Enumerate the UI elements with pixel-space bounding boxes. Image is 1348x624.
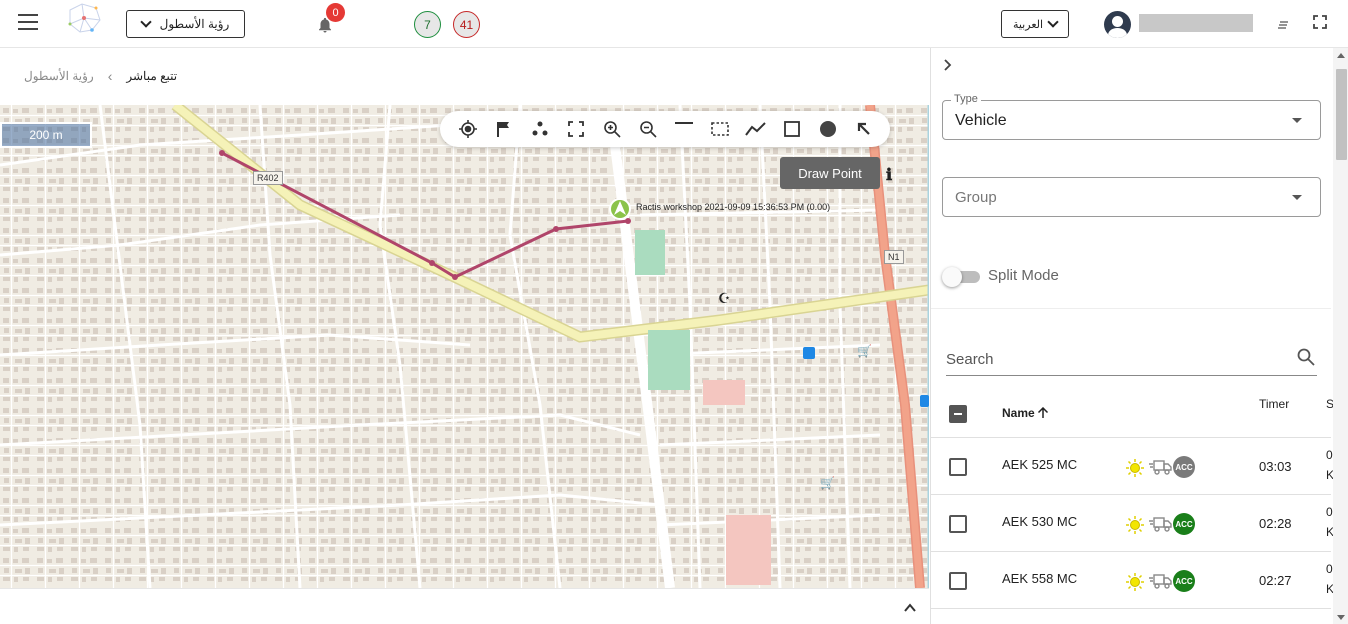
panel-scrollbar[interactable] (1333, 48, 1348, 624)
table-row[interactable]: AEK 558 MC ACC 02:27 0 K (931, 552, 1334, 609)
map-toolbar (440, 111, 890, 147)
ignition-icon (1126, 459, 1144, 477)
hamburger-icon[interactable] (18, 14, 38, 32)
breadcrumb-separator: ‹ (107, 68, 113, 84)
map-footer-bar (0, 588, 929, 624)
timer-value: 02:28 (1259, 516, 1292, 531)
zoom-out-icon[interactable] (630, 114, 666, 144)
acc-status-icon: ACC (1173, 456, 1195, 478)
scroll-thumb[interactable] (1336, 69, 1347, 160)
divider (931, 308, 1331, 309)
truck-icon (1149, 517, 1172, 532)
status-value-top: 0 (1326, 448, 1333, 462)
vehicle-name: AEK 558 MC (1002, 571, 1078, 586)
type-value: Vehicle (955, 112, 1007, 129)
username-redacted (1139, 14, 1253, 32)
row-checkbox[interactable] (949, 515, 967, 533)
acc-status-icon: ACC (1173, 570, 1195, 592)
online-vehicles-count[interactable]: 7 (414, 11, 441, 38)
split-mode-label: Split Mode (988, 267, 1059, 284)
company-logo (62, 0, 106, 44)
vehicle-panel: Type Vehicle Group Split Mode Name Timer… (930, 48, 1348, 624)
arrow-up-icon (1037, 407, 1048, 418)
chevron-down-icon (139, 16, 152, 28)
truck-icon (1149, 460, 1172, 475)
ignition-icon (1126, 516, 1144, 534)
fullscreen-icon[interactable] (1313, 15, 1327, 29)
draw-polyline-icon[interactable] (738, 114, 774, 144)
svg-text:ℹ: ℹ (886, 167, 892, 184)
offline-vehicles-count[interactable]: 41 (453, 11, 480, 38)
notification-badge: 0 (326, 3, 345, 22)
map-view[interactable]: ☪ 🛒 🛒 ℹ 200 m R402 N1 Ractis workshop 20… (0, 105, 929, 588)
timer-value: 03:03 (1259, 459, 1292, 474)
road-label-r402: R402 (253, 171, 283, 185)
scroll-down-icon[interactable] (1337, 615, 1345, 620)
caret-down-icon (1292, 118, 1302, 123)
avatar[interactable] (1104, 11, 1131, 38)
chevron-right-icon[interactable] (941, 58, 953, 71)
timer-value: 02:27 (1259, 573, 1292, 588)
type-label: Type (951, 93, 981, 105)
search-icon[interactable] (1297, 348, 1315, 366)
draw-line-icon[interactable] (666, 114, 702, 144)
type-select[interactable]: Type Vehicle (942, 93, 1321, 140)
draw-point-tooltip: Draw Point (780, 157, 880, 189)
vehicle-marker-label: Ractis workshop 2021-09-09 15:36:53 PM (… (636, 202, 831, 212)
vehicle-name: AEK 525 MC (1002, 457, 1078, 472)
top-bar: رؤية الأسطول 0 7 41 العربية (0, 0, 1348, 48)
vehicle-name: AEK 530 MC (1002, 514, 1078, 529)
fleet-view-dropdown[interactable]: رؤية الأسطول (126, 10, 245, 38)
locate-icon[interactable] (450, 114, 486, 144)
language-label: العربية (1012, 18, 1044, 31)
select-area-icon[interactable] (702, 114, 738, 144)
text-direction-icon[interactable] (1277, 17, 1289, 29)
svg-text:☪: ☪ (718, 290, 731, 306)
scroll-up-icon[interactable] (1337, 53, 1345, 58)
scale-bar: 200 m (0, 122, 92, 148)
group-placeholder: Group (955, 189, 997, 206)
table-header: Name Timer S (931, 388, 1334, 438)
name-column-header[interactable]: Name (1002, 406, 1049, 420)
fit-bounds-icon[interactable] (558, 114, 594, 144)
search-input[interactable] (946, 348, 1276, 370)
truck-icon (1149, 574, 1172, 589)
status-value-top: 0 (1326, 562, 1333, 576)
fleet-view-label: رؤية الأسطول (159, 17, 230, 31)
caret-down-icon (1292, 195, 1302, 200)
breadcrumb: رؤية الأسطول ‹ تتبع مباشر (24, 68, 177, 84)
chevron-up-icon[interactable] (904, 601, 916, 613)
zoom-in-icon[interactable] (594, 114, 630, 144)
search-field (946, 344, 1317, 376)
breadcrumb-parent[interactable]: رؤية الأسطول (24, 69, 94, 83)
timer-column-header[interactable]: Timer (1259, 397, 1289, 411)
breadcrumb-current: تتبع مباشر (126, 69, 178, 83)
road-label-n1: N1 (884, 250, 904, 264)
table-row[interactable]: AEK 525 MC ACC 03:03 0 K (931, 438, 1334, 495)
language-dropdown[interactable]: العربية (1001, 10, 1069, 38)
select-all-checkbox[interactable] (949, 405, 967, 423)
name-column-label: Name (1002, 406, 1035, 420)
row-checkbox[interactable] (949, 572, 967, 590)
status-value-top: 0 (1326, 505, 1333, 519)
group-select[interactable]: Group (942, 177, 1321, 217)
draw-rectangle-icon[interactable] (774, 114, 810, 144)
cluster-icon[interactable] (522, 114, 558, 144)
svg-text:🛒: 🛒 (857, 344, 872, 358)
row-checkbox[interactable] (949, 458, 967, 476)
acc-status-icon: ACC (1173, 513, 1195, 535)
split-mode-toggle[interactable] (942, 267, 980, 287)
ignition-icon (1126, 573, 1144, 591)
chevron-down-icon (1047, 16, 1059, 28)
flag-icon[interactable] (486, 114, 522, 144)
draw-point-icon[interactable] (810, 114, 846, 144)
table-row[interactable]: AEK 530 MC ACC 02:28 0 K (931, 495, 1334, 552)
svg-text:🛒: 🛒 (820, 476, 835, 490)
pointer-icon[interactable] (846, 114, 882, 144)
